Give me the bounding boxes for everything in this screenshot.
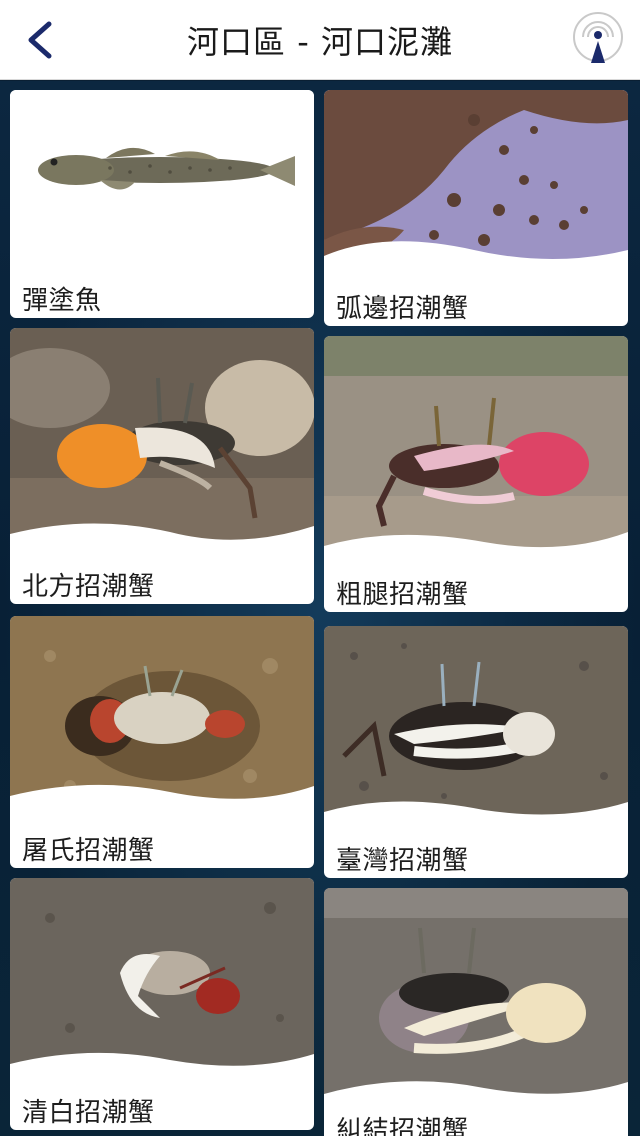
species-card[interactable]: 臺灣招潮蟹 bbox=[324, 626, 628, 878]
species-card[interactable]: 糾結招潮蟹 bbox=[324, 888, 628, 1136]
species-card[interactable]: 彈塗魚 bbox=[10, 90, 314, 318]
species-card[interactable]: 清白招潮蟹 bbox=[10, 878, 314, 1130]
beacon-location-icon bbox=[573, 12, 623, 63]
species-photo bbox=[324, 90, 628, 280]
species-photo bbox=[324, 888, 628, 1108]
species-card[interactable]: 弧邊招潮蟹 bbox=[324, 90, 628, 326]
species-name: 糾結招潮蟹 bbox=[336, 1116, 469, 1136]
species-card[interactable]: 粗腿招潮蟹 bbox=[324, 336, 628, 612]
back-button[interactable] bbox=[16, 14, 66, 66]
species-photo bbox=[10, 616, 314, 826]
species-name: 清白招潮蟹 bbox=[22, 1098, 155, 1128]
species-card[interactable]: 屠氏招潮蟹 bbox=[10, 616, 314, 868]
chevron-left-icon bbox=[28, 21, 52, 59]
species-name: 粗腿招潮蟹 bbox=[336, 580, 469, 610]
page-title: 河口區 - 河口泥灘 bbox=[187, 23, 453, 61]
navigation-bar: 河口區 - 河口泥灘 bbox=[0, 0, 640, 80]
species-name: 屠氏招潮蟹 bbox=[22, 836, 155, 866]
species-photo bbox=[10, 878, 314, 1088]
species-name: 弧邊招潮蟹 bbox=[336, 294, 469, 324]
species-photo bbox=[10, 328, 314, 558]
species-name: 北方招潮蟹 bbox=[22, 572, 155, 602]
beacon-button[interactable] bbox=[570, 10, 626, 70]
species-grid: 彈塗魚 弧邊招潮蟹 北方招潮蟹 粗腿招潮蟹 屠氏招潮蟹 臺灣招潮蟹 清白招潮蟹 … bbox=[0, 81, 640, 1136]
species-photo bbox=[10, 90, 314, 260]
species-photo bbox=[324, 626, 628, 836]
species-card[interactable]: 北方招潮蟹 bbox=[10, 328, 314, 604]
species-name: 臺灣招潮蟹 bbox=[336, 846, 469, 876]
species-name: 彈塗魚 bbox=[22, 286, 102, 316]
species-photo bbox=[324, 336, 628, 566]
